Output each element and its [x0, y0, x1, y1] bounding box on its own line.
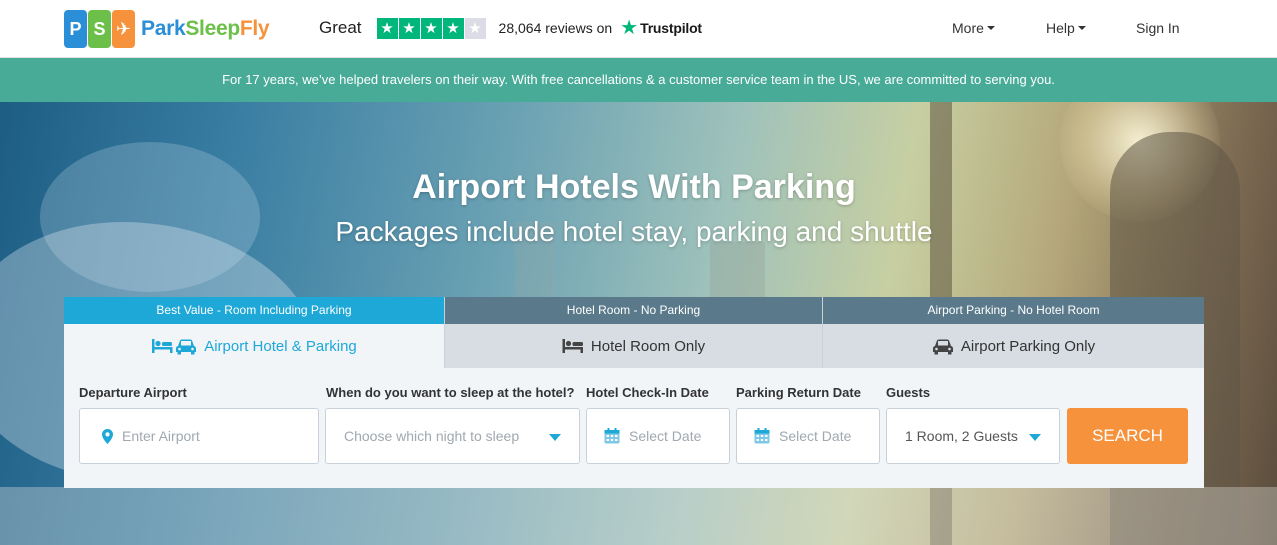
return-date-input[interactable]: Select Date — [736, 408, 880, 464]
logo-wordmark: ParkSleepFly — [141, 17, 270, 41]
rating-word: Great — [319, 18, 362, 37]
trustpilot-rating[interactable]: Great ★ ★ ★ ★ ★ 28,064 reviews on ★ Trus… — [319, 17, 702, 39]
trust-banner: For 17 years, we’ve helped travelers on … — [0, 58, 1277, 102]
guests-label: Guests — [886, 385, 931, 400]
parksleepfly-logo[interactable]: P S ✈ ParkSleepFly — [64, 9, 270, 49]
chevron-down-icon — [1029, 434, 1041, 441]
sign-in-link[interactable]: Sign In — [1136, 20, 1180, 36]
calendar-icon — [604, 428, 620, 444]
nav-more-label: More — [952, 20, 984, 36]
departure-airport-input[interactable]: Enter Airport — [79, 408, 319, 464]
sleep-night-placeholder: Choose which night to sleep — [344, 428, 520, 444]
tab-heading: Airport Parking - No Hotel Room — [823, 297, 1204, 324]
checkin-date-label: Hotel Check-In Date — [586, 385, 709, 400]
guests-value: 1 Room, 2 Guests — [905, 428, 1018, 444]
site-header: P S ✈ ParkSleepFly Great ★ ★ ★ ★ ★ 28,06… — [0, 0, 1277, 58]
bed-car-icon — [151, 337, 197, 355]
rating-stars: ★ ★ ★ ★ ★ — [376, 17, 487, 39]
bed-icon — [562, 338, 584, 354]
search-widget: Best Value - Room Including Parking Airp… — [64, 297, 1204, 488]
location-pin-icon — [102, 428, 113, 444]
hero-title: Airport Hotels With Parking — [412, 168, 856, 206]
review-count: 28,064 reviews on — [498, 20, 613, 36]
tab-heading: Hotel Room - No Parking — [445, 297, 822, 324]
car-icon — [932, 338, 954, 355]
tab-airport-parking-only[interactable]: Airport Parking - No Hotel Room Airport … — [822, 297, 1204, 368]
bed-tile-icon: S — [88, 10, 111, 48]
departure-airport-label: Departure Airport — [79, 385, 187, 400]
sleep-night-select[interactable]: Choose which night to sleep — [325, 408, 580, 464]
caret-down-icon — [986, 26, 995, 30]
plane-tile-icon: ✈ — [112, 10, 135, 48]
search-tabs: Best Value - Room Including Parking Airp… — [64, 297, 1204, 368]
sign-in-label: Sign In — [1136, 20, 1180, 36]
logo-word-fly: Fly — [239, 17, 270, 40]
caret-down-icon — [1077, 26, 1086, 30]
tab-label: Airport Hotel & Parking — [204, 337, 357, 355]
star-icon: ★ — [376, 17, 398, 39]
tab-hotel-room-only[interactable]: Hotel Room - No Parking Hotel Room Only — [444, 297, 822, 368]
logo-word-park: Park — [141, 17, 186, 40]
tab-hotel-and-parking[interactable]: Best Value - Room Including Parking Airp… — [64, 297, 444, 368]
nav-more[interactable]: More — [952, 20, 995, 36]
checkin-date-placeholder: Select Date — [629, 428, 702, 444]
parking-tile-icon: P — [64, 10, 87, 48]
departure-airport-placeholder: Enter Airport — [122, 428, 200, 444]
search-button[interactable]: SEARCH — [1067, 408, 1188, 464]
calendar-icon — [754, 428, 770, 444]
sleep-night-label: When do you want to sleep at the hotel? — [326, 385, 575, 400]
star-icon: ★ — [398, 17, 420, 39]
star-icon: ★ — [420, 17, 442, 39]
hero-background-shape — [0, 487, 1277, 545]
tab-label: Hotel Room Only — [590, 337, 706, 355]
checkin-date-input[interactable]: Select Date — [586, 408, 730, 464]
return-date-placeholder: Select Date — [779, 428, 852, 444]
star-empty-icon: ★ — [464, 17, 486, 39]
trustpilot-star-icon: ★ — [620, 17, 639, 39]
tab-body: Airport Parking Only — [823, 324, 1204, 368]
trustpilot-name: Trustpilot — [640, 20, 702, 36]
tab-heading: Best Value - Room Including Parking — [64, 297, 444, 324]
nav-help-label: Help — [1046, 20, 1075, 36]
trust-banner-text: For 17 years, we’ve helped travelers on … — [222, 72, 1055, 87]
hero-subtitle: Packages include hotel stay, parking and… — [335, 216, 933, 247]
chevron-down-icon — [549, 434, 561, 441]
tab-body: Hotel Room Only — [445, 324, 822, 368]
logo-word-sleep: Sleep — [185, 17, 240, 40]
tab-body: Airport Hotel & Parking — [64, 324, 444, 368]
tab-label: Airport Parking Only — [960, 337, 1096, 355]
guests-select[interactable]: 1 Room, 2 Guests — [886, 408, 1060, 464]
star-icon: ★ — [442, 17, 464, 39]
nav-help[interactable]: Help — [1046, 20, 1086, 36]
return-date-label: Parking Return Date — [736, 385, 861, 400]
